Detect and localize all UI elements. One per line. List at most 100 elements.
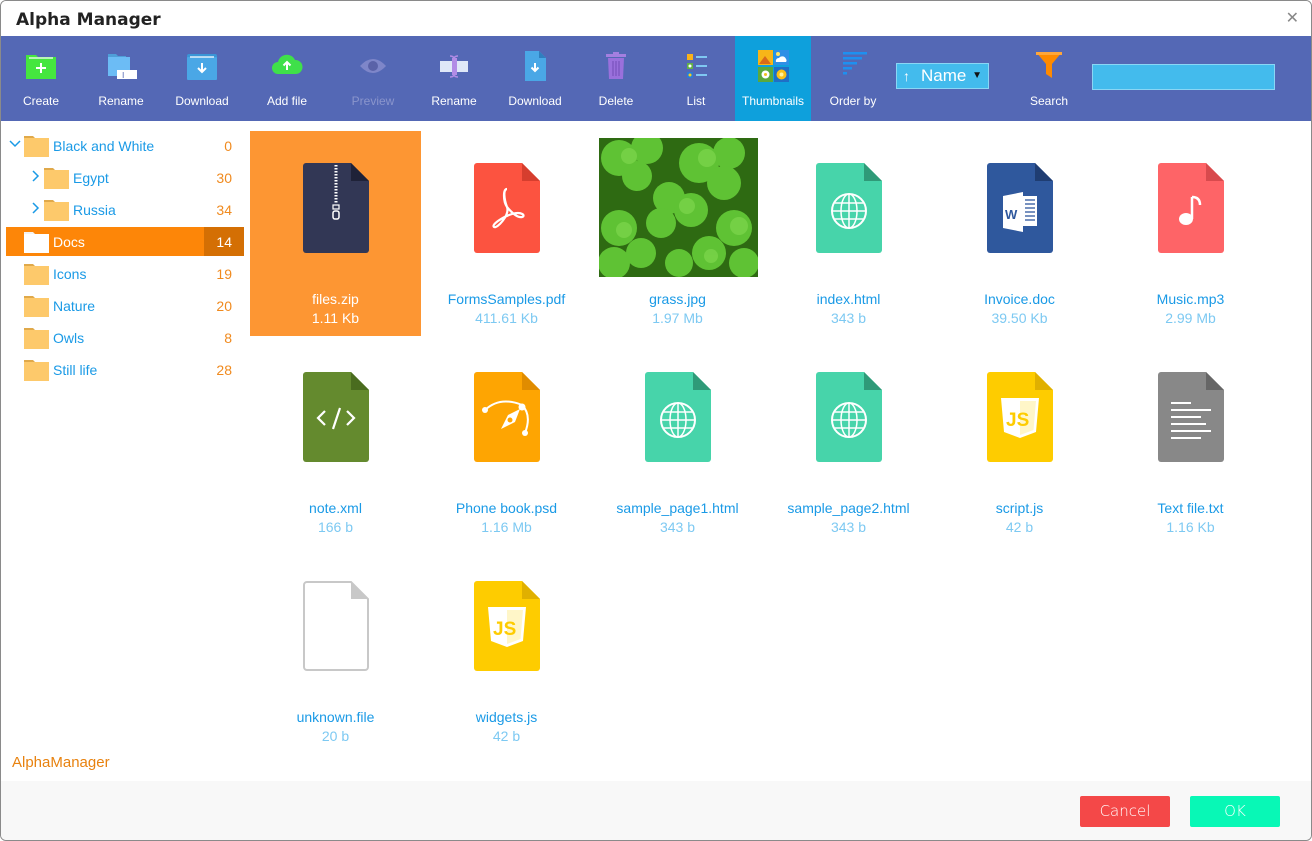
download-file-label: Download — [508, 94, 562, 108]
folder-icon — [44, 200, 69, 221]
download-folder-label: Download — [175, 94, 229, 108]
file-name: Text file.txt — [1157, 500, 1224, 516]
folder-name: Icons — [53, 266, 87, 282]
folder-count: 14 — [216, 234, 232, 250]
file-size: 42 b — [492, 728, 521, 744]
folder-nature[interactable]: Nature 20 — [6, 291, 244, 320]
file-grid: files.zip 1.11 Kb FormsSamples.pdf 411.6… — [250, 131, 1300, 761]
file-size: 166 b — [317, 519, 354, 535]
file-tile[interactable]: Music.mp3 2.99 Mb — [1105, 131, 1276, 336]
svg-text:JS: JS — [1006, 410, 1029, 431]
delete-button[interactable]: Delete — [576, 36, 656, 121]
folder-russia[interactable]: Russia 34 — [6, 195, 244, 224]
folder-egypt[interactable]: Egypt 30 — [6, 163, 244, 192]
thumbnails-label: Thumbnails — [741, 94, 805, 108]
rename-folder-button[interactable]: I Rename — [81, 36, 161, 121]
trash-icon — [606, 52, 626, 79]
eye-icon — [360, 59, 386, 73]
file-tile[interactable]: sample_page1.html 343 b — [592, 340, 763, 545]
file-name: files.zip — [312, 291, 359, 307]
close-icon[interactable]: ✕ — [1286, 11, 1299, 27]
folder-black-and-white[interactable]: Black and White 0 — [6, 131, 244, 160]
file-tile[interactable]: Phone book.psd 1.16 Mb — [421, 340, 592, 545]
text-file-icon — [1157, 372, 1224, 462]
folder-tree: Black and White 0 Egypt 30 Russia 34 Doc… — [1, 121, 246, 741]
order-by-button[interactable]: Order by — [813, 36, 893, 121]
svg-text:JS: JS — [493, 619, 516, 640]
file-tile[interactable]: index.html 343 b — [763, 131, 934, 336]
list-label: List — [686, 94, 706, 108]
file-name: widgets.js — [475, 709, 538, 725]
dialog-footer: Cancel OK — [1, 781, 1311, 840]
dropdown-caret-icon: ▼ — [972, 70, 982, 81]
add-file-button[interactable]: Add file — [247, 36, 327, 121]
title-bar: Alpha Manager ✕ — [1, 1, 1311, 36]
file-size: 343 b — [830, 310, 867, 326]
chevron-right-icon[interactable] — [30, 201, 42, 215]
file-tile[interactable]: grass.jpg 1.97 Mb — [592, 131, 763, 336]
file-size: 1.16 Kb — [1166, 519, 1215, 535]
folder-name: Nature — [53, 298, 96, 314]
thumbnails-view-button[interactable]: Thumbnails — [735, 36, 811, 121]
folder-icon — [44, 168, 69, 189]
preview-button[interactable]: Preview — [333, 36, 413, 121]
chevron-down-icon[interactable] — [9, 137, 21, 151]
search-input[interactable] — [1092, 64, 1275, 90]
html-file-icon — [644, 372, 711, 462]
file-name: sample_page2.html — [787, 500, 910, 516]
folder-owls[interactable]: Owls 8 — [6, 323, 244, 352]
rename-file-button[interactable]: Rename — [414, 36, 494, 121]
file-tile[interactable]: files.zip 1.11 Kb — [250, 131, 421, 336]
svg-text:W: W — [1005, 207, 1018, 222]
file-tile[interactable]: W Invoice.doc 39.50 Kb — [934, 131, 1105, 336]
toolbar: Create I Rename Download Add file Previe… — [1, 36, 1311, 121]
file-size: 2.99 Mb — [1165, 310, 1216, 326]
file-tile[interactable]: sample_page2.html 343 b — [763, 340, 934, 545]
file-tile[interactable]: FormsSamples.pdf 411.61 Kb — [421, 131, 592, 336]
file-size: 1.16 Mb — [481, 519, 532, 535]
search-button[interactable]: Search — [1009, 36, 1089, 121]
file-name: Invoice.doc — [984, 291, 1055, 307]
file-size: 411.61 Kb — [475, 310, 538, 326]
folder-still-life[interactable]: Still life 28 — [6, 355, 244, 384]
folder-download-icon — [187, 54, 217, 80]
order-by-select[interactable]: ↑ Name ▼ — [896, 63, 989, 89]
file-name: index.html — [816, 291, 881, 307]
folder-plus-icon — [26, 55, 56, 79]
folder-count: 20 — [216, 298, 232, 314]
folder-count: 19 — [216, 266, 232, 282]
unknown-file-icon — [302, 581, 369, 671]
file-size: 42 b — [1005, 519, 1034, 535]
folder-icon — [24, 232, 49, 253]
file-size: 343 b — [659, 519, 696, 535]
search-label: Search — [1029, 94, 1069, 108]
cancel-button[interactable]: Cancel — [1080, 796, 1170, 827]
create-folder-button[interactable]: Create — [1, 36, 81, 121]
file-name: grass.jpg — [649, 291, 706, 307]
folder-icons[interactable]: Icons 19 — [6, 259, 244, 288]
sort-icon — [843, 52, 867, 75]
file-tile[interactable]: JS script.js 42 b — [934, 340, 1105, 545]
cloud-upload-icon — [272, 54, 303, 74]
download-file-button[interactable]: Download — [495, 36, 575, 121]
file-tile[interactable]: JS widgets.js 42 b — [421, 549, 592, 754]
rename-file-label: Rename — [431, 94, 477, 108]
sort-direction-icon[interactable]: ↑ — [903, 68, 910, 84]
file-tile[interactable]: note.xml 166 b — [250, 340, 421, 545]
folder-icon — [24, 296, 49, 317]
ok-button[interactable]: OK — [1190, 796, 1280, 827]
folder-rename-icon: I — [108, 54, 137, 80]
folder-docs[interactable]: Docs 14 — [6, 227, 244, 256]
chevron-right-icon[interactable] — [30, 169, 42, 183]
folder-name: Black and White — [53, 138, 155, 154]
download-folder-button[interactable]: Download — [162, 36, 242, 121]
folder-name: Still life — [53, 362, 98, 378]
folder-name: Egypt — [73, 170, 109, 186]
svg-text:I: I — [122, 71, 124, 80]
html-file-icon — [815, 163, 882, 253]
create-label: Create — [22, 94, 60, 108]
file-tile[interactable]: Text file.txt 1.16 Kb — [1105, 340, 1276, 545]
psd-file-icon — [473, 372, 540, 462]
list-view-button[interactable]: List — [656, 36, 736, 121]
file-tile[interactable]: unknown.file 20 b — [250, 549, 421, 754]
